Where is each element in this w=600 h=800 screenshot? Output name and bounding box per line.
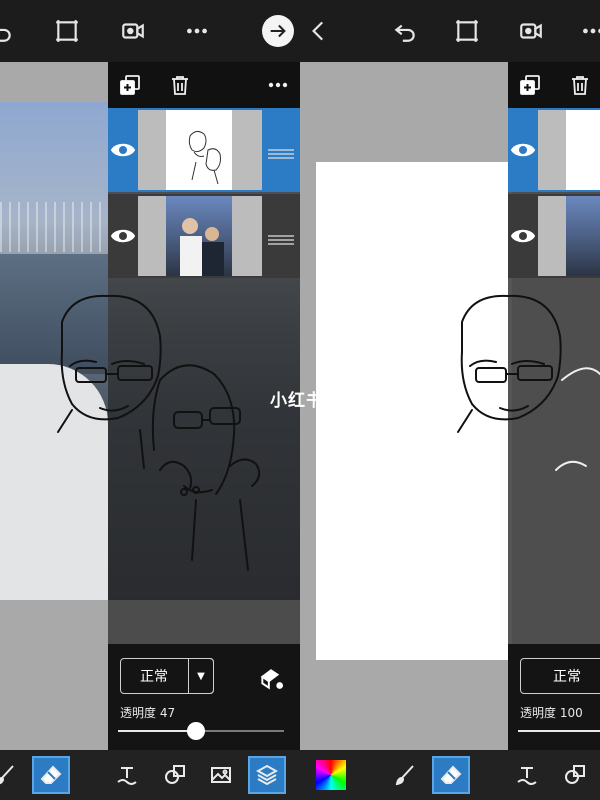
layer-thumbnail	[538, 110, 600, 190]
sketch-thumbnail	[566, 110, 600, 190]
layer-row-sketch[interactable]	[108, 108, 300, 192]
bottom-toolbar	[0, 750, 300, 800]
top-toolbar	[0, 0, 300, 62]
blend-mode-select[interactable]: 正常	[520, 658, 600, 694]
crop-icon[interactable]	[52, 16, 82, 46]
opacity-label-text: 透明度	[520, 706, 557, 720]
layers-icon[interactable]	[248, 756, 286, 794]
opacity-slider-fill	[518, 730, 600, 732]
chevron-down-icon: ▼	[197, 670, 205, 682]
add-layer-icon[interactable]	[516, 71, 544, 99]
text-icon[interactable]	[108, 756, 146, 794]
blend-mode-dropdown[interactable]: ▼	[188, 658, 214, 694]
opacity-slider-fill	[118, 730, 197, 732]
eye-icon[interactable]	[510, 138, 536, 162]
color-swatch	[316, 760, 346, 790]
eye-icon[interactable]	[110, 224, 136, 248]
image-icon[interactable]	[202, 756, 240, 794]
bottom-toolbar	[300, 750, 600, 800]
video-icon[interactable]	[516, 16, 546, 46]
undo-icon[interactable]	[390, 16, 420, 46]
blend-mode-value: 正常	[140, 669, 168, 685]
shape-icon[interactable]	[556, 756, 594, 794]
sea-water	[0, 254, 108, 374]
opacity-label-text: 透明度	[120, 706, 157, 720]
text-icon[interactable]	[508, 756, 546, 794]
back-chevron-icon[interactable]	[304, 16, 334, 46]
layer-row-sketch[interactable]	[508, 108, 600, 192]
opacity-slider[interactable]	[518, 730, 600, 732]
opacity-value: 47	[159, 706, 176, 720]
opacity-value: 100	[559, 706, 583, 720]
layer-row-photo[interactable]	[108, 194, 300, 278]
more-icon[interactable]	[182, 16, 212, 46]
split-screen: 正常 ▼ 透明度 47 正常 透明度 100 小红书	[0, 0, 600, 800]
undo-icon[interactable]	[0, 16, 16, 46]
layers-panel-header	[108, 62, 300, 108]
alpha-lock-icon[interactable]	[258, 666, 286, 694]
opacity-label: 透明度 100	[520, 704, 583, 721]
eraser-icon[interactable]	[32, 756, 70, 794]
blend-mode-value: 正常	[553, 669, 581, 685]
shape-icon[interactable]	[156, 756, 194, 794]
layer-row-photo[interactable]	[508, 194, 600, 278]
eraser-icon[interactable]	[432, 756, 470, 794]
add-layer-icon[interactable]	[116, 71, 144, 99]
brush-icon[interactable]	[0, 756, 24, 794]
opacity-slider-knob[interactable]	[187, 722, 206, 740]
trash-icon[interactable]	[566, 71, 594, 99]
more-icon[interactable]	[264, 71, 292, 99]
photo-thumbnail	[166, 196, 232, 276]
eye-icon[interactable]	[510, 224, 536, 248]
color-picker-icon[interactable]	[312, 756, 350, 794]
opacity-label: 透明度 47	[120, 704, 175, 721]
layer-properties: 正常 ▼ 透明度 47	[108, 644, 300, 750]
crop-icon[interactable]	[452, 16, 482, 46]
trash-icon[interactable]	[166, 71, 194, 99]
drag-handle-icon[interactable]	[268, 230, 294, 245]
eye-icon[interactable]	[110, 138, 136, 162]
layer-properties: 正常 透明度 100	[508, 644, 600, 750]
opacity-slider[interactable]	[118, 722, 284, 740]
layers-panel-header	[508, 62, 600, 108]
forward-arrow-icon[interactable]	[262, 15, 294, 47]
bridge-lights	[0, 202, 108, 252]
drag-handle-icon[interactable]	[268, 144, 294, 159]
left-screen: 正常 ▼ 透明度 47	[0, 0, 300, 800]
white-canvas	[316, 162, 512, 660]
person-white-shirt	[0, 364, 108, 600]
video-icon[interactable]	[118, 16, 148, 46]
layer-thumbnail	[538, 196, 600, 276]
top-toolbar	[300, 0, 600, 62]
brush-icon[interactable]	[386, 756, 424, 794]
layer-thumbnail	[138, 196, 262, 276]
right-screen: 正常 透明度 100	[300, 0, 600, 800]
sketch-thumbnail	[166, 110, 232, 190]
watermark: 小红书	[270, 391, 324, 411]
more-icon[interactable]	[578, 16, 600, 46]
layer-thumbnail	[138, 110, 262, 190]
photo-thumbnail	[566, 196, 600, 276]
